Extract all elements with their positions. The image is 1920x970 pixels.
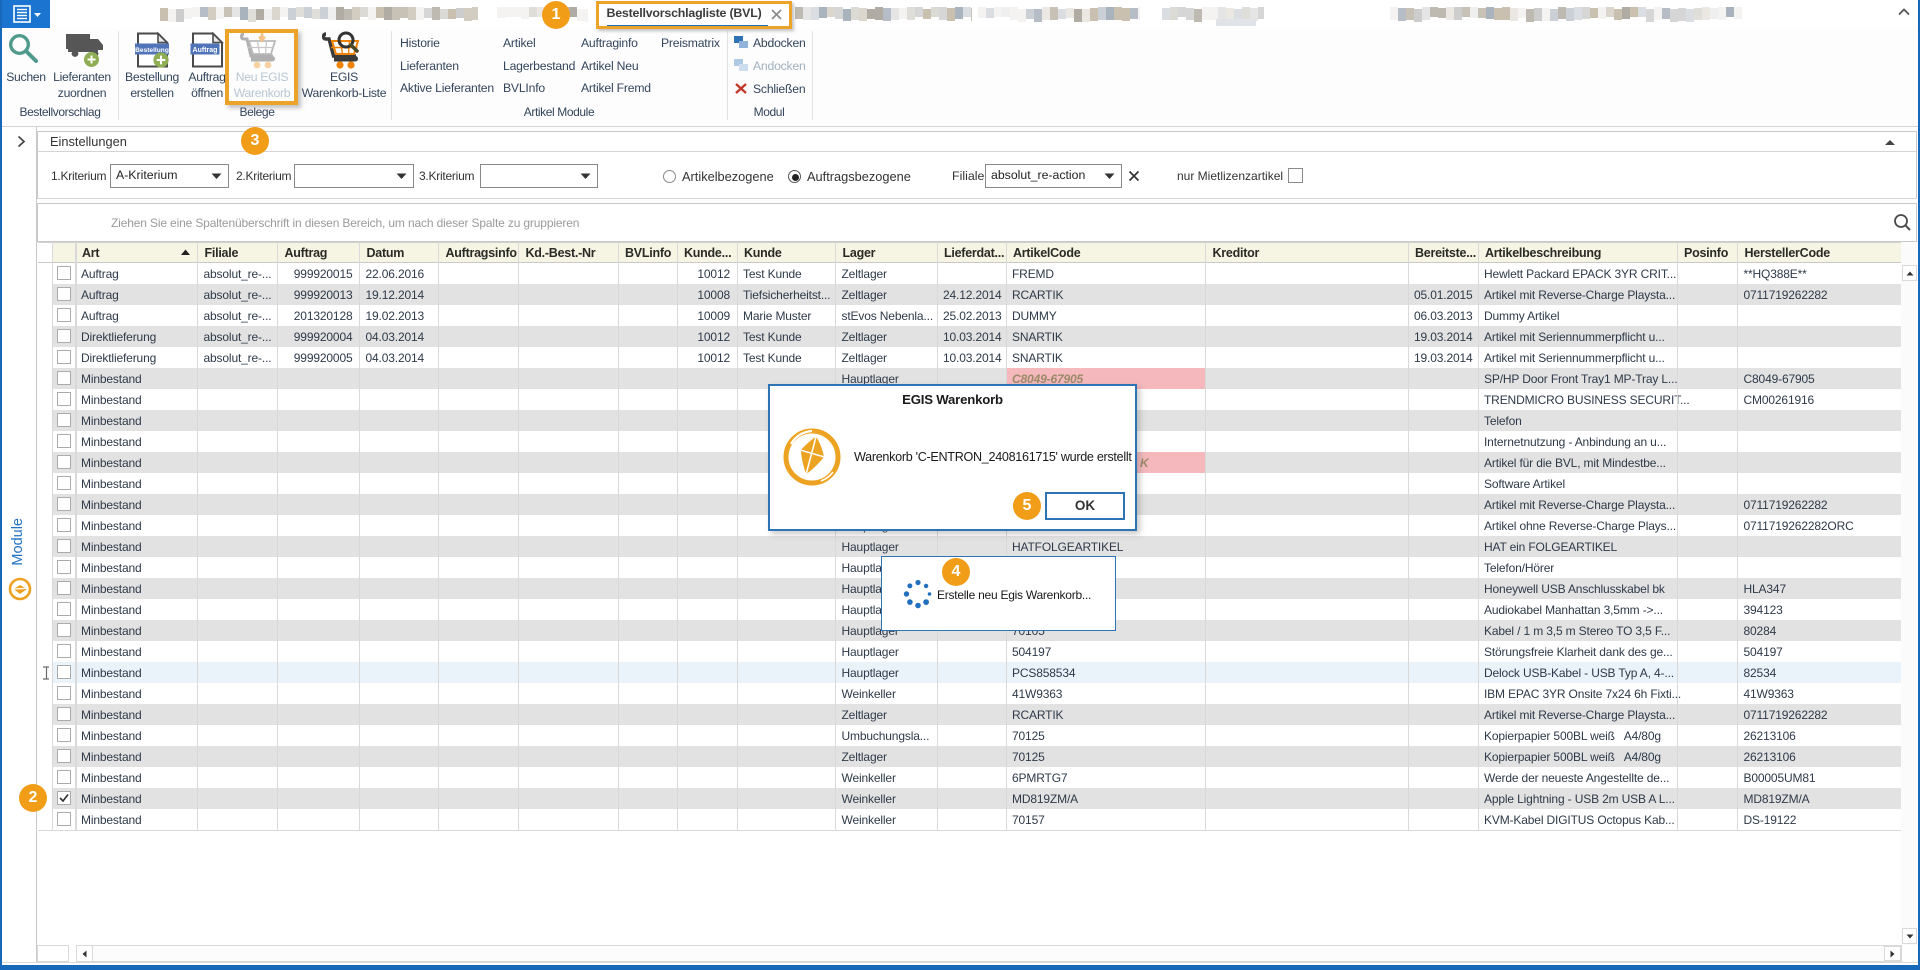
svg-text:Auftrag: Auftrag (193, 47, 218, 54)
